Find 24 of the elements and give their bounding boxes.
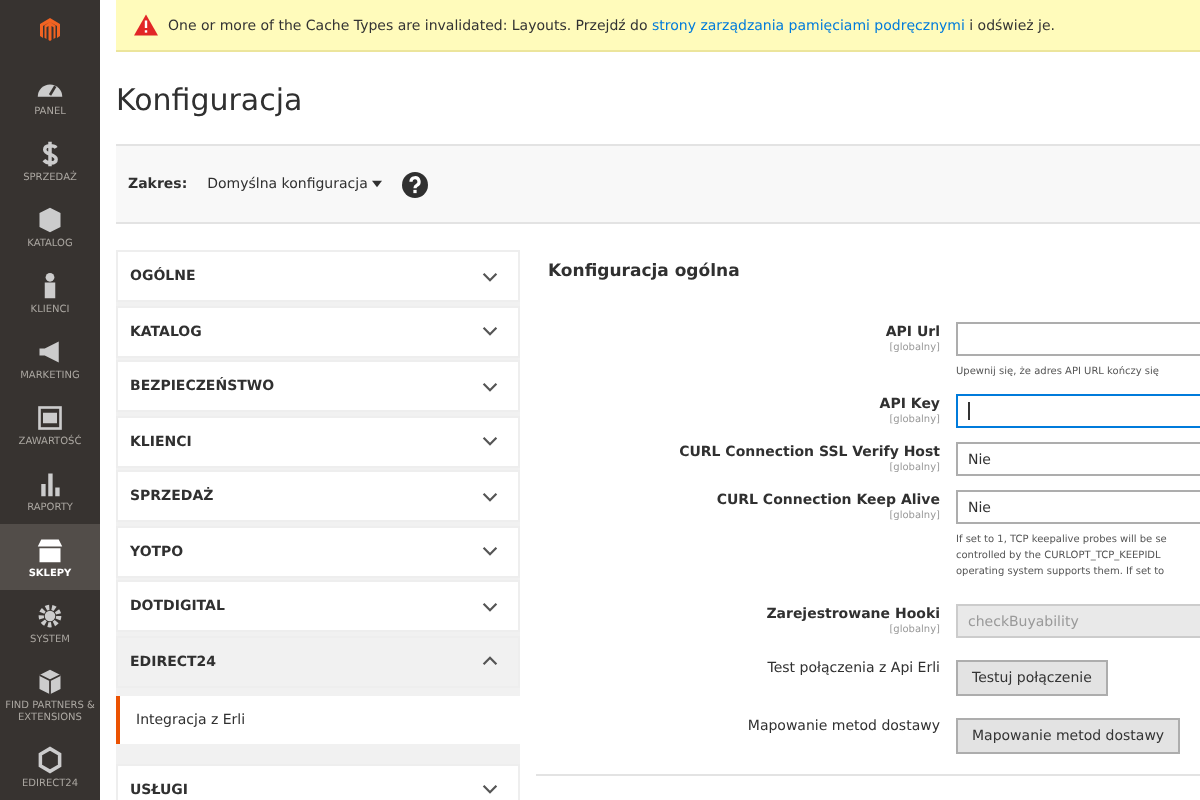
chevron-icon [482,546,498,556]
cube-icon [36,668,64,696]
chevron-icon [482,656,498,666]
store-icon [36,536,64,564]
chevron-icon [482,326,498,336]
section-title: Konfiguracja ogólna [546,260,742,286]
box-icon [36,206,64,234]
text-field[interactable] [956,394,1200,428]
chevron-icon [482,491,498,501]
caret-icon [372,180,383,188]
chevron-icon [482,436,498,446]
bars-icon [36,470,64,498]
chevron-icon [482,601,498,611]
hexagon-icon [36,746,64,774]
chevron-icon [482,381,498,391]
chevron-icon [482,784,498,794]
chevron-icon [482,271,498,281]
text-field[interactable] [956,322,1200,356]
help-icon[interactable] [402,171,429,197]
megaphone-icon [36,338,64,366]
warning-icon [134,14,158,36]
page-title: Konfiguracja [116,80,305,120]
gear-icon [36,602,64,630]
layout-icon [36,404,64,432]
